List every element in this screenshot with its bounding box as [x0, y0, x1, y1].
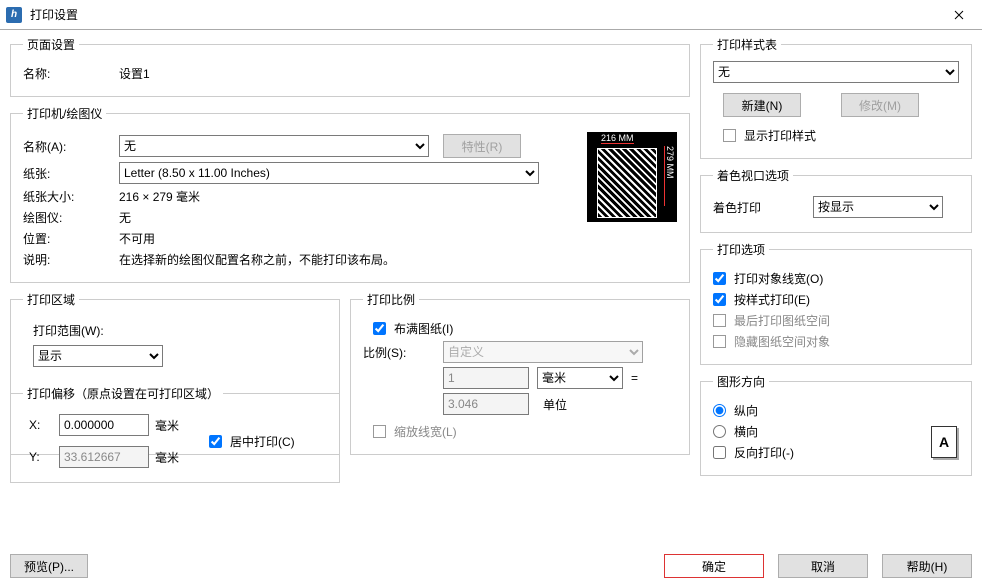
print-range-select[interactable]: 显示	[33, 345, 163, 367]
fit-to-paper-checkbox[interactable]	[373, 322, 386, 335]
center-print-label: 居中打印(C)	[230, 433, 295, 450]
paper-size-label: 纸张大小:	[23, 188, 119, 205]
reverse-print-label: 反向打印(-)	[734, 444, 794, 461]
show-style-label: 显示打印样式	[744, 127, 816, 144]
lineweight-label: 打印对象线宽(O)	[734, 270, 823, 287]
paper-label: 纸张:	[23, 165, 119, 182]
offset-x-input[interactable]	[59, 414, 149, 436]
printer-group: 打印机/绘图仪 名称(A): 无 特性(R) 纸张: Letter (	[10, 105, 690, 283]
shade-print-select[interactable]: 按显示	[813, 196, 943, 218]
by-style-label: 按样式打印(E)	[734, 291, 810, 308]
orientation-legend: 图形方向	[713, 373, 769, 390]
portrait-label: 纵向	[734, 402, 758, 419]
last-paper-checkbox[interactable]	[713, 314, 726, 327]
print-options-legend: 打印选项	[713, 241, 769, 258]
landscape-label: 横向	[734, 423, 758, 440]
scale-numerator-input[interactable]	[443, 367, 529, 389]
print-offset-legend: 打印偏移（原点设置在可打印区域）	[23, 385, 223, 402]
paper-size-value: 216 × 279 毫米	[119, 188, 200, 205]
close-button[interactable]	[936, 0, 982, 30]
landscape-radio[interactable]	[713, 425, 726, 438]
style-table-select[interactable]: 无	[713, 61, 959, 83]
offset-x-unit: 毫米	[155, 417, 179, 434]
scale-denominator-input[interactable]	[443, 393, 529, 415]
scale-lineweight-label: 缩放线宽(L)	[394, 423, 457, 440]
ok-button[interactable]: 确定	[664, 554, 764, 578]
page-name-label: 名称:	[23, 65, 119, 82]
last-paper-label: 最后打印图纸空间	[734, 312, 830, 329]
close-icon	[954, 10, 964, 20]
offset-y-label: Y:	[29, 450, 59, 464]
scale-select[interactable]: 自定义	[443, 341, 643, 363]
location-label: 位置:	[23, 230, 119, 247]
offset-x-label: X:	[29, 418, 59, 432]
center-print-checkbox[interactable]	[209, 435, 222, 448]
plotter-label: 绘图仪:	[23, 209, 119, 226]
print-offset-group: 打印偏移（原点设置在可打印区域） X: 毫米 Y: 毫米	[10, 385, 340, 483]
orientation-group: 图形方向 纵向 横向 反向打印(-) A	[700, 373, 972, 476]
reverse-print-checkbox[interactable]	[713, 446, 726, 459]
location-value: 不可用	[119, 230, 155, 247]
print-area-legend: 打印区域	[23, 291, 79, 308]
print-options-group: 打印选项 打印对象线宽(O) 按样式打印(E) 最后打印图纸空间 隐藏图纸空间对…	[700, 241, 972, 365]
printer-legend: 打印机/绘图仪	[23, 105, 106, 122]
desc-label: 说明:	[23, 251, 119, 268]
paper-select[interactable]: Letter (8.50 x 11.00 Inches)	[119, 162, 539, 184]
page-setup-legend: 页面设置	[23, 36, 79, 53]
viewport-legend: 着色视口选项	[713, 167, 793, 184]
print-scale-group: 打印比例 布满图纸(I) 比例(S): 自定义 毫米	[350, 291, 690, 455]
new-style-button[interactable]: 新建(N)	[723, 93, 801, 117]
print-scale-legend: 打印比例	[363, 291, 419, 308]
show-style-checkbox[interactable]	[723, 129, 736, 142]
cancel-button[interactable]: 取消	[778, 554, 868, 578]
shade-print-label: 着色打印	[713, 199, 813, 216]
preview-height-label: 279 MM	[664, 146, 675, 206]
style-table-group: 打印样式表 无 新建(N) 修改(M) 显示打印样式	[700, 36, 972, 159]
preview-paper-icon	[597, 148, 657, 218]
hide-paper-label: 隐藏图纸空间对象	[734, 333, 830, 350]
equals-label: =	[631, 371, 638, 385]
printer-name-select[interactable]: 无	[119, 135, 429, 157]
window-title: 打印设置	[30, 6, 78, 23]
unit-text-label: 单位	[543, 396, 567, 413]
lineweight-checkbox[interactable]	[713, 272, 726, 285]
portrait-radio[interactable]	[713, 404, 726, 417]
scale-unit-select[interactable]: 毫米	[537, 367, 623, 389]
modify-style-button[interactable]: 修改(M)	[841, 93, 919, 117]
preview-width-label: 216 MM	[601, 133, 634, 144]
page-name-value: 设置1	[119, 65, 150, 82]
offset-y-input[interactable]	[59, 446, 149, 468]
offset-y-unit: 毫米	[155, 449, 179, 466]
by-style-checkbox[interactable]	[713, 293, 726, 306]
paper-preview: 216 MM 279 MM	[587, 132, 677, 222]
printer-name-label: 名称(A):	[23, 138, 119, 155]
titlebar: h 打印设置	[0, 0, 982, 30]
help-button[interactable]: 帮助(H)	[882, 554, 972, 578]
viewport-group: 着色视口选项 着色打印 按显示	[700, 167, 972, 233]
scale-lineweight-checkbox[interactable]	[373, 425, 386, 438]
page-setup-group: 页面设置 名称: 设置1	[10, 36, 690, 97]
print-range-label: 打印范围(W):	[33, 322, 327, 339]
fit-to-paper-label: 布满图纸(I)	[394, 320, 453, 337]
plotter-value: 无	[119, 209, 131, 226]
orientation-icon: A	[931, 426, 957, 458]
desc-value: 在选择新的绘图仪配置名称之前，不能打印该布局。	[119, 251, 395, 268]
scale-label: 比例(S):	[363, 344, 443, 361]
preview-button[interactable]: 预览(P)...	[10, 554, 88, 578]
properties-button[interactable]: 特性(R)	[443, 134, 521, 158]
app-icon: h	[6, 7, 22, 23]
style-table-legend: 打印样式表	[713, 36, 781, 53]
hide-paper-checkbox[interactable]	[713, 335, 726, 348]
